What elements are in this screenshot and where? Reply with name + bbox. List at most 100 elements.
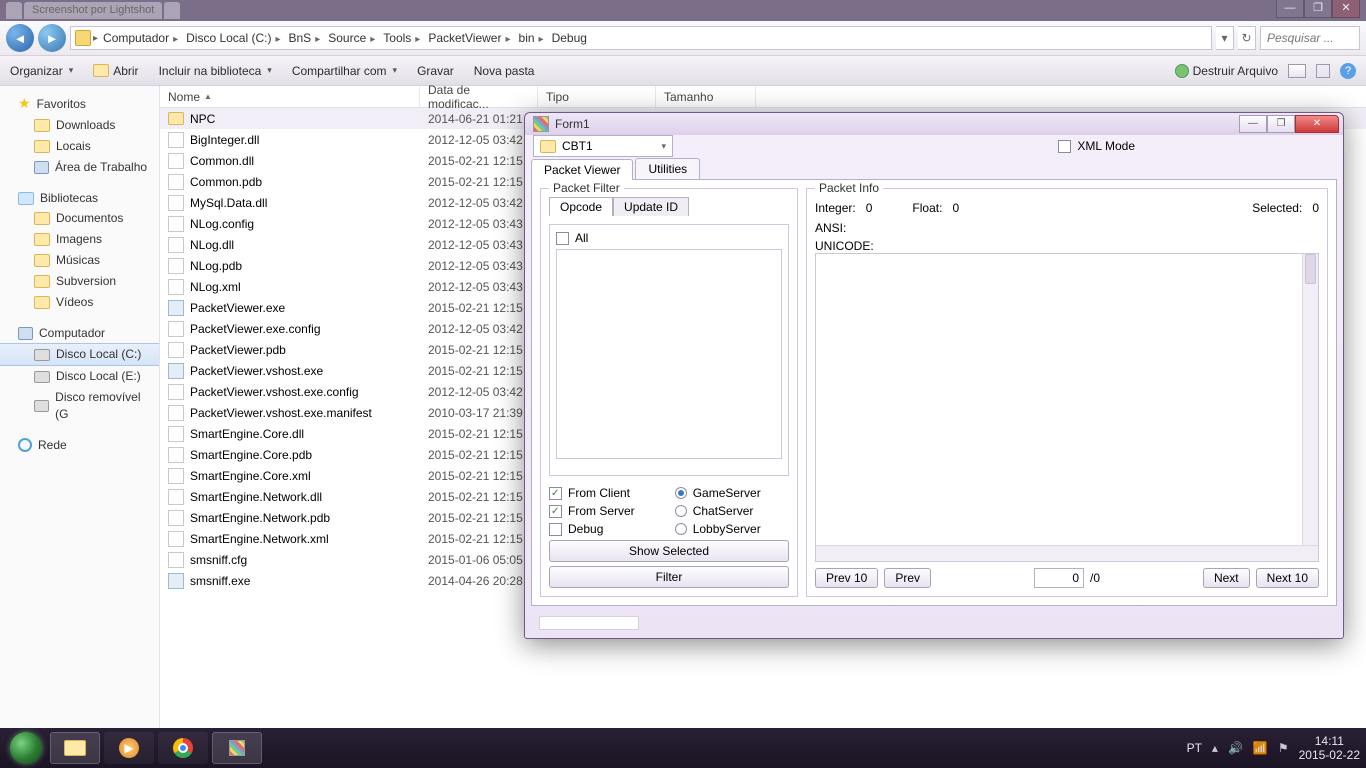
organize-menu[interactable]: Organizar (10, 64, 73, 78)
browser-tab[interactable] (164, 2, 180, 19)
forward-button[interactable]: ► (38, 24, 66, 52)
close-button[interactable]: ✕ (1332, 0, 1360, 18)
taskbar-chrome[interactable] (158, 732, 208, 764)
debug-checkbox[interactable]: Debug (549, 522, 635, 536)
sidebar-disk-c[interactable]: Disco Local (C:) (0, 343, 159, 366)
lobbyserver-radio[interactable]: LobbyServer (675, 522, 761, 536)
breadcrumb-item[interactable]: BnS (286, 31, 324, 45)
taskbar-form1[interactable] (212, 732, 262, 764)
maximize-button[interactable]: ❐ (1304, 0, 1332, 18)
all-checkbox[interactable]: All (556, 231, 782, 245)
flag-icon[interactable]: ⚑ (1278, 741, 1289, 755)
form1-minimize-button[interactable]: — (1239, 115, 1267, 133)
browser-tab[interactable] (6, 2, 22, 19)
form1-close-button[interactable]: ✕ (1295, 115, 1339, 133)
doc-icon (168, 174, 184, 190)
sidebar-computer[interactable]: Computador (0, 323, 159, 343)
form1-maximize-button[interactable]: ❐ (1267, 115, 1295, 133)
preview-pane-icon[interactable] (1316, 64, 1330, 78)
prev10-button[interactable]: Prev 10 (815, 568, 878, 588)
taskbar-explorer[interactable] (50, 732, 100, 764)
sidebar-documents[interactable]: Documentos (0, 208, 159, 229)
packet-hex-view[interactable] (815, 253, 1319, 562)
breadcrumb-item[interactable]: Disco Local (C:) (183, 31, 283, 45)
volume-icon[interactable]: 🔊 (1228, 741, 1243, 755)
breadcrumb-item[interactable]: PacketViewer (425, 31, 513, 45)
page-input[interactable] (1034, 568, 1084, 588)
col-type[interactable]: Tipo (538, 86, 656, 107)
start-button[interactable] (6, 733, 46, 763)
file-name: MySql.Data.dll (190, 196, 267, 210)
breadcrumb[interactable]: ▸ Computador Disco Local (C:) BnS Source… (70, 26, 1212, 50)
sidebar-label: Documentos (56, 210, 123, 227)
subtab-opcode[interactable]: Opcode (549, 197, 613, 216)
new-folder-button[interactable]: Nova pasta (474, 64, 535, 78)
sidebar-libraries[interactable]: Bibliotecas (0, 188, 159, 208)
help-icon[interactable]: ? (1340, 63, 1356, 79)
folder-icon (540, 140, 556, 153)
sidebar-downloads[interactable]: Downloads (0, 115, 159, 136)
from-client-checkbox[interactable]: From Client (549, 486, 635, 500)
from-server-checkbox[interactable]: From Server (549, 504, 635, 518)
location-icon (75, 30, 91, 46)
next10-button[interactable]: Next 10 (1256, 568, 1319, 588)
filter-button[interactable]: Filter (549, 566, 789, 588)
col-size[interactable]: Tamanho (656, 86, 756, 107)
scrollbar-thumb[interactable] (1305, 254, 1316, 284)
gameserver-radio[interactable]: GameServer (675, 486, 761, 500)
capture-select[interactable]: CBT1 ▾ (533, 135, 673, 157)
opcode-list[interactable] (556, 249, 782, 459)
address-dropdown[interactable]: ▾ (1216, 26, 1234, 50)
include-menu[interactable]: Incluir na biblioteca (159, 64, 272, 78)
tray-chevron-icon[interactable]: ▴ (1212, 741, 1218, 755)
sidebar-images[interactable]: Imagens (0, 229, 159, 250)
network-tray-icon[interactable]: 📶 (1253, 741, 1268, 755)
minimize-button[interactable]: — (1276, 0, 1304, 18)
clock[interactable]: 14:11 2015-02-22 (1299, 734, 1360, 762)
taskbar-mediaplayer[interactable]: ▶ (104, 732, 154, 764)
col-date[interactable]: Data de modificaç... (420, 86, 538, 107)
language-indicator[interactable]: PT (1187, 741, 1202, 755)
file-name: SmartEngine.Network.xml (190, 532, 329, 546)
tab-utilities[interactable]: Utilities (635, 158, 700, 179)
file-date: 2012-12-05 03:43 (420, 259, 538, 273)
sidebar-music[interactable]: Músicas (0, 250, 159, 271)
breadcrumb-item[interactable]: Tools (380, 31, 423, 45)
sidebar-removable[interactable]: Disco removível (G (0, 387, 159, 425)
open-button[interactable]: Abrir (93, 64, 138, 78)
sidebar-places[interactable]: Locais (0, 136, 159, 157)
tab-packet-viewer[interactable]: Packet Viewer (531, 159, 633, 180)
sidebar-videos[interactable]: Vídeos (0, 292, 159, 313)
refresh-button[interactable]: ↻ (1238, 26, 1256, 50)
file-date: 2012-12-05 03:42 (420, 385, 538, 399)
sidebar-desktop[interactable]: Área de Trabalho (0, 157, 159, 178)
back-button[interactable]: ◄ (6, 24, 34, 52)
horizontal-scrollbar[interactable] (816, 545, 1318, 561)
burn-button[interactable]: Gravar (417, 64, 454, 78)
share-menu[interactable]: Compartilhar com (292, 64, 397, 78)
breadcrumb-item[interactable]: Debug (549, 31, 594, 45)
breadcrumb-item[interactable]: Source (325, 31, 378, 45)
browser-tab[interactable]: Screenshot por Lightshot (24, 2, 162, 19)
breadcrumb-item[interactable]: bin (516, 31, 547, 45)
search-input[interactable]: Pesquisar ... (1260, 26, 1360, 50)
sidebar-disk-e[interactable]: Disco Local (E:) (0, 366, 159, 387)
file-date: 2015-02-21 12:15 (420, 364, 538, 378)
xml-mode-checkbox[interactable]: XML Mode (1058, 139, 1135, 153)
col-name[interactable]: Nome▲ (160, 86, 420, 107)
form1-titlebar[interactable]: Form1 — ❐ ✕ (525, 113, 1343, 135)
sidebar-subversion[interactable]: Subversion (0, 271, 159, 292)
destroy-file-button[interactable]: Destruir Arquivo (1175, 64, 1278, 78)
sidebar-network[interactable]: Rede (0, 435, 159, 455)
vertical-scrollbar[interactable] (1302, 254, 1318, 545)
show-selected-button[interactable]: Show Selected (549, 540, 789, 562)
subtab-update-id[interactable]: Update ID (613, 197, 689, 216)
next-button[interactable]: Next (1203, 568, 1250, 588)
breadcrumb-item[interactable]: Computador (100, 31, 181, 45)
integer-value: 0 (866, 201, 873, 215)
form1-status-scroll[interactable] (539, 616, 639, 630)
prev-button[interactable]: Prev (884, 568, 931, 588)
view-options-icon[interactable] (1288, 64, 1306, 78)
chatserver-radio[interactable]: ChatServer (675, 504, 761, 518)
sidebar-favorites[interactable]: ★Favoritos (0, 92, 159, 115)
